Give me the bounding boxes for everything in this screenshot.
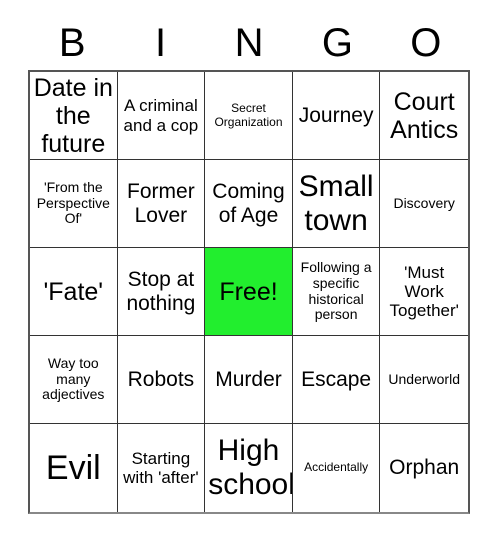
bingo-cell[interactable]: Evil — [30, 424, 118, 512]
bingo-cell[interactable]: Coming of Age — [205, 160, 293, 248]
bingo-cell-label: Evil — [45, 448, 101, 487]
bingo-cell[interactable]: Way too many adjectives — [30, 336, 118, 424]
header-letter-b: B — [58, 21, 86, 65]
bingo-cell[interactable]: Robots — [117, 336, 206, 424]
bingo-cell-label: Free! — [219, 277, 278, 306]
bingo-cell-label: Starting with 'after' — [123, 448, 199, 487]
bingo-cell[interactable]: Secret Organization — [205, 72, 293, 160]
bingo-cell[interactable]: High school — [205, 424, 293, 512]
bingo-cell[interactable]: Journey — [292, 72, 381, 160]
bingo-cell[interactable]: Following a specific historical person — [292, 248, 381, 336]
bingo-cell-label: 'Must Work Together' — [389, 262, 459, 321]
bingo-cell-label: Stop at nothing — [126, 267, 196, 315]
bingo-cell[interactable]: Court Antics — [380, 72, 468, 160]
bingo-free-cell[interactable]: Free! — [205, 248, 293, 336]
bingo-cell[interactable]: Small town — [292, 160, 381, 248]
bingo-cell[interactable]: Accidentally — [292, 424, 381, 512]
bingo-grid: Date in the future A criminal and a cop Se… — [28, 70, 470, 514]
bingo-cell[interactable]: Murder — [205, 336, 293, 424]
bingo-cell[interactable]: Underworld — [380, 336, 468, 424]
bingo-cell[interactable]: Discovery — [380, 160, 468, 248]
bingo-cell-label: Accidentally — [304, 460, 369, 475]
bingo-cell-label: Court Antics — [390, 87, 459, 144]
bingo-cell[interactable]: 'Must Work Together' — [380, 248, 468, 336]
header-letter-n: N — [234, 21, 264, 65]
bingo-cell-label: A criminal and a cop — [123, 96, 199, 135]
bingo-cell-label: Escape — [301, 367, 372, 391]
bingo-cell[interactable]: 'From the Perspective Of' — [30, 160, 118, 248]
bingo-cell-label: Former Lover — [127, 179, 195, 227]
bingo-cell-label: Small town — [298, 169, 374, 237]
bingo-cell-label: Murder — [215, 367, 282, 391]
bingo-cell-label: 'From the Perspective Of' — [36, 178, 110, 227]
header-letter-g: G — [321, 21, 353, 65]
bingo-cell-label: Secret Organization — [214, 101, 283, 129]
bingo-cell[interactable]: Starting with 'after' — [117, 424, 206, 512]
bingo-cell-label: Following a specific historical person — [300, 259, 372, 323]
bingo-cell-label: 'Fate' — [43, 277, 104, 306]
bingo-cell[interactable]: Stop at nothing — [117, 248, 206, 336]
bingo-cell-label: Way too many adjectives — [42, 354, 105, 403]
bingo-cell[interactable]: 'Fate' — [30, 248, 118, 336]
bingo-cell-label: Coming of Age — [212, 179, 285, 227]
bingo-cell-label: Underworld — [388, 370, 460, 387]
header-letter-i: I — [155, 21, 167, 65]
bingo-cell-label: Journey — [298, 103, 374, 127]
bingo-card: B I N G O Date in the future A criminal a… — [0, 0, 500, 544]
bingo-cell[interactable]: Orphan — [380, 424, 468, 512]
bingo-cell-label: Discovery — [393, 194, 455, 211]
bingo-cell[interactable]: Date in the future — [30, 72, 118, 160]
bingo-cell[interactable]: Former Lover — [117, 160, 206, 248]
bingo-cell[interactable]: A criminal and a cop — [117, 72, 206, 160]
bingo-cell[interactable]: Escape — [292, 336, 381, 424]
bingo-cell-label: High school — [208, 434, 293, 501]
bingo-cell-label: Orphan — [389, 456, 460, 480]
bingo-cell-label: Robots — [127, 367, 195, 391]
bingo-cell-label: Date in the future — [33, 73, 113, 158]
header-letter-o: O — [410, 21, 442, 65]
bingo-header: B I N G O — [28, 16, 470, 70]
